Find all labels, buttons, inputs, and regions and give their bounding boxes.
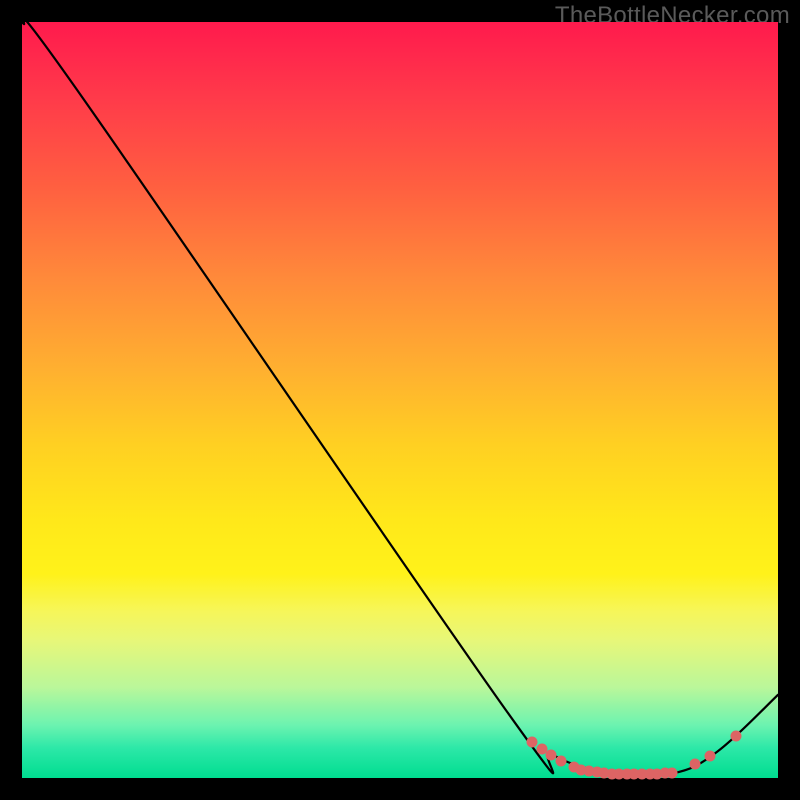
data-marker [705,751,716,762]
data-marker [689,759,700,770]
data-marker [667,767,678,778]
chart-curve [22,22,778,778]
plot-area [22,22,778,778]
data-marker [731,731,742,742]
data-marker [527,736,538,747]
data-marker [556,755,567,766]
curve-path [22,22,778,776]
chart-frame: TheBottleNecker.com [0,0,800,800]
